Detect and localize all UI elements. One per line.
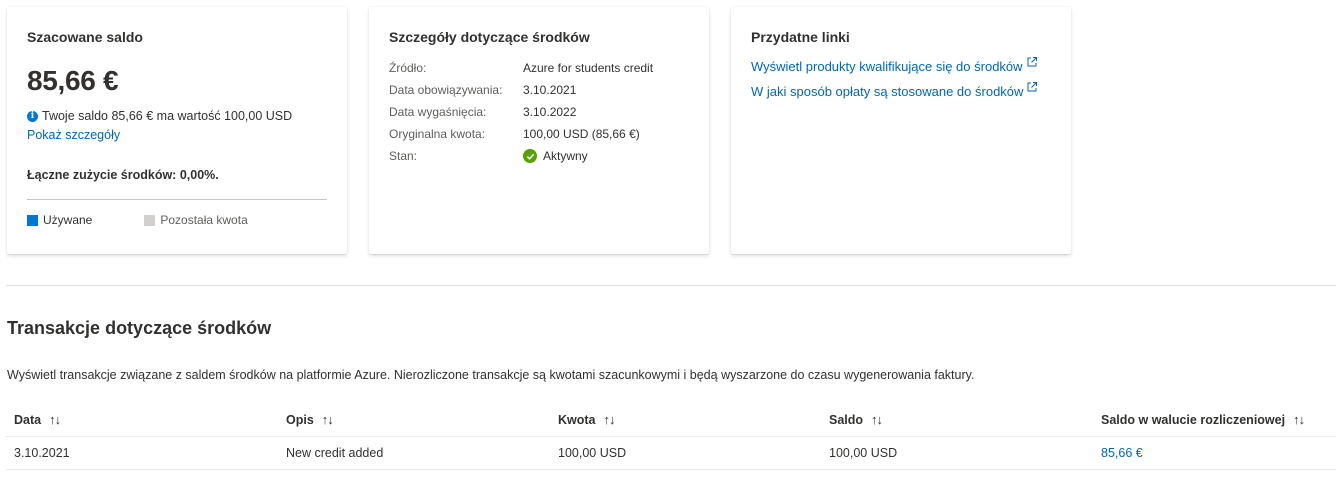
column-header-amount[interactable]: Kwota ↑↓ — [550, 402, 821, 437]
balance-info: i Twoje saldo 85,66 € ma wartość 100,00 … — [27, 109, 327, 123]
status-text: Aktywny — [543, 149, 588, 163]
credit-details-card: Szczegóły dotyczące środków Źródło: Azur… — [369, 7, 709, 254]
column-label: Opis — [286, 412, 314, 427]
table-row: 3.10.2021 New credit added 100,00 USD 10… — [6, 436, 1336, 470]
divider — [27, 199, 327, 200]
detail-value: 3.10.2021 — [523, 83, 577, 97]
column-header-billing-balance[interactable]: Saldo w walucie rozliczeniowej ↑↓ — [1093, 402, 1336, 437]
legend-item-remaining: Pozostała kwota — [144, 213, 248, 227]
detail-row-original-amount: Oryginalna kwota: 100,00 USD (85,66 €) — [389, 123, 689, 145]
detail-value: 3.10.2022 — [523, 105, 577, 119]
balance-card-title: Szacowane saldo — [27, 29, 143, 45]
column-label: Saldo w walucie rozliczeniowej — [1101, 412, 1286, 427]
column-label: Saldo — [829, 412, 864, 427]
detail-label: Oryginalna kwota: — [389, 127, 486, 141]
show-details-link[interactable]: Pokaż szczegóły — [27, 128, 327, 142]
detail-row-source: Źródło: Azure for students credit — [389, 57, 689, 79]
cell-amount: 100,00 USD — [550, 436, 821, 470]
cell-balance: 100,00 USD — [821, 436, 1093, 470]
link-label[interactable]: Wyświetl produkty kwalifikujące się do ś… — [751, 59, 1023, 74]
sort-icon[interactable]: ↑↓ — [1293, 412, 1305, 427]
detail-row-start-date: Data obowiązywania: 3.10.2021 — [389, 79, 689, 101]
table-header-row: Data ↑↓ Opis ↑↓ Kwota ↑↓ Saldo ↑↓ Saldo w wa… — [6, 402, 1336, 437]
external-link-icon — [1026, 56, 1038, 71]
charges-applied-link[interactable]: W jaki sposób opłaty są stosowane do śro… — [751, 81, 1051, 99]
usage-text: Łączne zużycie środków: 0,00%. — [27, 168, 219, 182]
balance-card: Szacowane saldo 85,66 € i Twoje saldo 85… — [7, 7, 347, 254]
sort-icon[interactable]: ↑↓ — [604, 412, 616, 427]
column-header-balance[interactable]: Saldo ↑↓ — [821, 402, 1093, 437]
legend-item-used: Używane — [27, 213, 92, 227]
eligible-products-link[interactable]: Wyświetl produkty kwalifikujące się do ś… — [751, 56, 1051, 74]
column-label: Data — [14, 412, 42, 427]
detail-value: Azure for students credit — [523, 61, 654, 75]
column-header-date[interactable]: Data ↑↓ — [6, 402, 278, 437]
useful-links-list: Wyświetl produkty kwalifikujące się do ś… — [751, 56, 1051, 99]
column-label: Kwota — [558, 412, 596, 427]
useful-links-title: Przydatne linki — [751, 29, 850, 45]
legend-swatch-remaining — [144, 214, 156, 226]
cell-description: New credit added — [278, 436, 550, 470]
link-label[interactable]: W jaki sposób opłaty są stosowane do śro… — [751, 84, 1023, 99]
cell-date: 3.10.2021 — [6, 436, 278, 470]
balance-amount: 85,66 € — [27, 65, 119, 96]
usage-legend: Używane Pozostała kwota — [27, 213, 327, 227]
legend-swatch-used — [27, 214, 38, 226]
transactions-table: Data ↑↓ Opis ↑↓ Kwota ↑↓ Saldo ↑↓ Saldo w wa… — [6, 402, 1336, 470]
status-value: Aktywny — [523, 149, 588, 163]
checkmark-circle-icon — [523, 149, 537, 163]
detail-label: Data wygaśnięcia: — [389, 105, 487, 119]
legend-label-remaining: Pozostała kwota — [160, 213, 248, 227]
credit-details-title: Szczegóły dotyczące środków — [389, 29, 590, 45]
info-icon: i — [27, 110, 38, 122]
sort-icon[interactable]: ↑↓ — [49, 412, 61, 427]
transactions-title: Transakcje dotyczące środków — [7, 318, 272, 338]
transactions-description: Wyświetl transakcje związane z saldem śr… — [7, 368, 975, 382]
useful-links-card: Przydatne linki Wyświetl produkty kwalif… — [731, 7, 1071, 254]
credit-details-list: Źródło: Azure for students credit Data o… — [389, 57, 689, 167]
balance-info-text: Twoje saldo 85,66 € ma wartość 100,00 US… — [42, 109, 293, 123]
detail-label: Stan: — [389, 149, 418, 163]
section-divider — [6, 285, 1336, 286]
external-link-icon — [1026, 81, 1038, 96]
detail-label: Źródło: — [389, 61, 427, 75]
sort-icon[interactable]: ↑↓ — [322, 412, 334, 427]
legend-label-used: Używane — [43, 213, 93, 227]
detail-value: 100,00 USD (85,66 €) — [523, 127, 640, 141]
column-header-description[interactable]: Opis ↑↓ — [278, 402, 550, 437]
detail-label: Data obowiązywania: — [389, 83, 503, 97]
detail-row-status: Stan: Aktywny — [389, 145, 689, 167]
detail-row-expiry-date: Data wygaśnięcia: 3.10.2022 — [389, 101, 689, 123]
sort-icon[interactable]: ↑↓ — [871, 412, 883, 427]
cell-billing-balance-link[interactable]: 85,66 € — [1093, 436, 1336, 470]
